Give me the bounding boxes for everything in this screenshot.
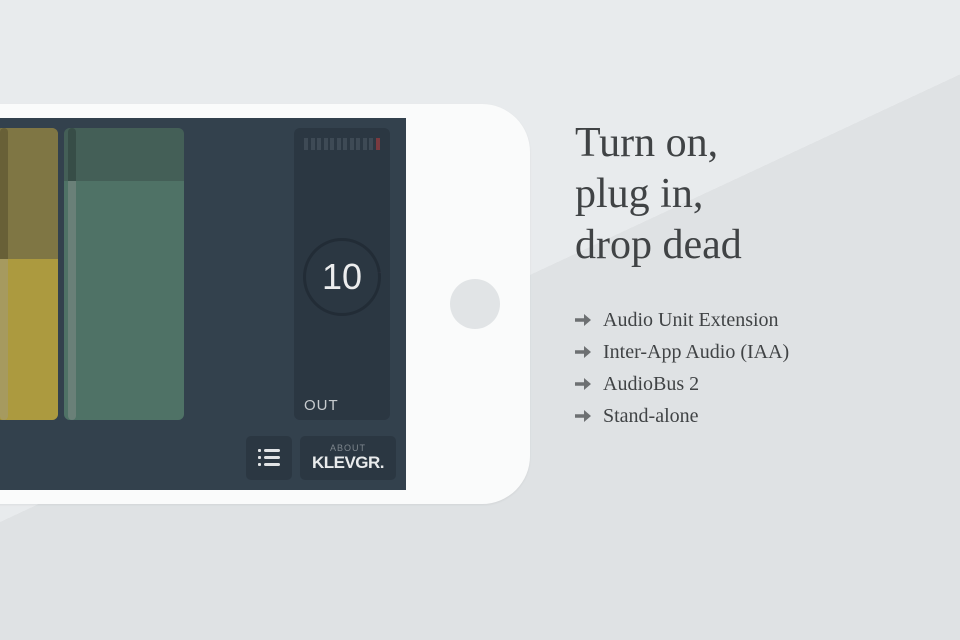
channel-hi-meter — [68, 128, 76, 420]
arrow-right-icon — [575, 313, 591, 327]
channel-mid-top — [0, 128, 58, 259]
output-knob[interactable]: 10 — [303, 238, 381, 316]
device-frame: LO MID HI 10 OUT — [0, 104, 530, 504]
headline-line-3: drop dead — [575, 220, 925, 271]
list-icon — [258, 449, 280, 467]
arrow-right-icon — [575, 409, 591, 423]
feature-item: Stand-alone — [575, 400, 925, 432]
about-brand-button[interactable]: ABOUT KLEVGR. — [300, 436, 396, 480]
arrow-right-icon — [575, 377, 591, 391]
feature-item: Audio Unit Extension — [575, 304, 925, 336]
channel-mid[interactable]: MID — [0, 128, 58, 420]
headline-line-2: plug in, — [575, 169, 925, 220]
bottom-bar: ND ON ABOUT KLEVGR. — [0, 436, 396, 480]
feature-item: Inter-App Audio (IAA) — [575, 336, 925, 368]
output-panel: 10 OUT — [294, 128, 390, 420]
output-label: OUT — [304, 397, 339, 414]
feature-item: AudioBus 2 — [575, 368, 925, 400]
channel-strip: LO MID HI — [0, 128, 184, 420]
feature-label: Stand-alone — [603, 400, 699, 432]
feature-list: Audio Unit Extension Inter-App Audio (IA… — [575, 304, 925, 432]
arrow-right-icon — [575, 345, 591, 359]
channel-hi[interactable]: HI — [64, 128, 184, 420]
feature-label: Audio Unit Extension — [603, 304, 779, 336]
headline: Turn on, plug in, drop dead — [575, 118, 925, 272]
channel-hi-level — [64, 181, 184, 420]
app-screen: LO MID HI 10 OUT — [0, 118, 406, 490]
knob-arc-indicator — [287, 222, 396, 331]
feature-label: AudioBus 2 — [603, 368, 699, 400]
channel-mid-meter — [0, 128, 8, 420]
channel-hi-top — [64, 128, 184, 181]
home-button[interactable] — [450, 279, 500, 329]
feature-label: Inter-App Audio (IAA) — [603, 336, 789, 368]
output-meter — [304, 138, 380, 150]
marketing-copy: Turn on, plug in, drop dead Audio Unit E… — [575, 118, 925, 432]
brand-logo: KLEVGR. — [312, 453, 384, 473]
presets-button[interactable] — [246, 436, 292, 480]
headline-line-1: Turn on, — [575, 118, 925, 169]
about-label: ABOUT — [330, 443, 366, 453]
channel-mid-level — [0, 259, 58, 420]
